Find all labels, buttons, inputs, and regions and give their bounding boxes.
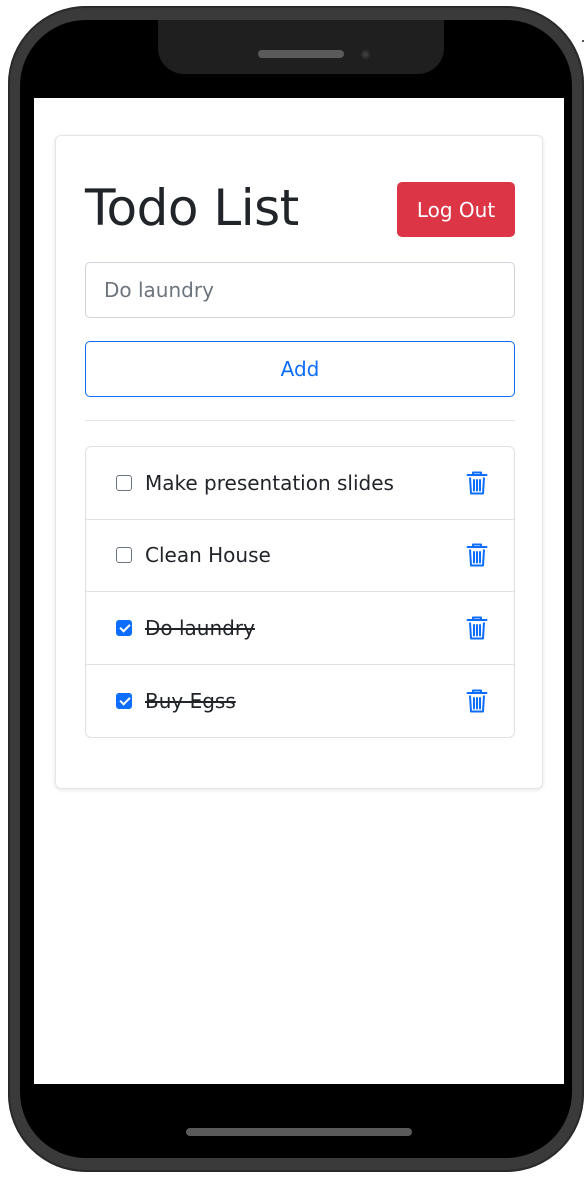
todo-label: Make presentation slides (145, 470, 394, 495)
speaker-grille (258, 50, 344, 58)
todo-label: Clean House (145, 543, 271, 568)
todo-item: Make presentation slides (86, 447, 514, 520)
todo-checkbox[interactable] (116, 474, 132, 491)
divider (85, 420, 515, 421)
trash-icon[interactable] (466, 543, 488, 567)
home-indicator[interactable] (186, 1128, 412, 1136)
todo-card: Todo List Log Out Add Make presentation … (55, 135, 543, 789)
app-screen: Todo List Log Out Add Make presentation … (34, 98, 564, 1084)
page-title: Todo List (85, 179, 299, 237)
trash-icon[interactable] (466, 471, 488, 495)
todo-checkbox[interactable] (116, 692, 132, 709)
add-button[interactable]: Add (85, 341, 515, 397)
trash-icon[interactable] (466, 689, 488, 713)
todo-input[interactable] (85, 262, 515, 318)
logout-button[interactable]: Log Out (397, 182, 515, 237)
front-camera (361, 50, 370, 59)
phone-notch (158, 20, 444, 74)
todo-item: Do laundry (86, 592, 514, 665)
todo-item: Clean House (86, 520, 514, 592)
todo-checkbox[interactable] (116, 619, 132, 636)
todo-checkbox[interactable] (116, 547, 132, 564)
todo-label: Do laundry (145, 615, 255, 640)
todo-item: Buy Egss (86, 665, 514, 738)
todo-label: Buy Egss (145, 688, 236, 713)
trash-icon[interactable] (466, 616, 488, 640)
todo-list: Make presentation slides Clean House Do … (85, 446, 515, 738)
